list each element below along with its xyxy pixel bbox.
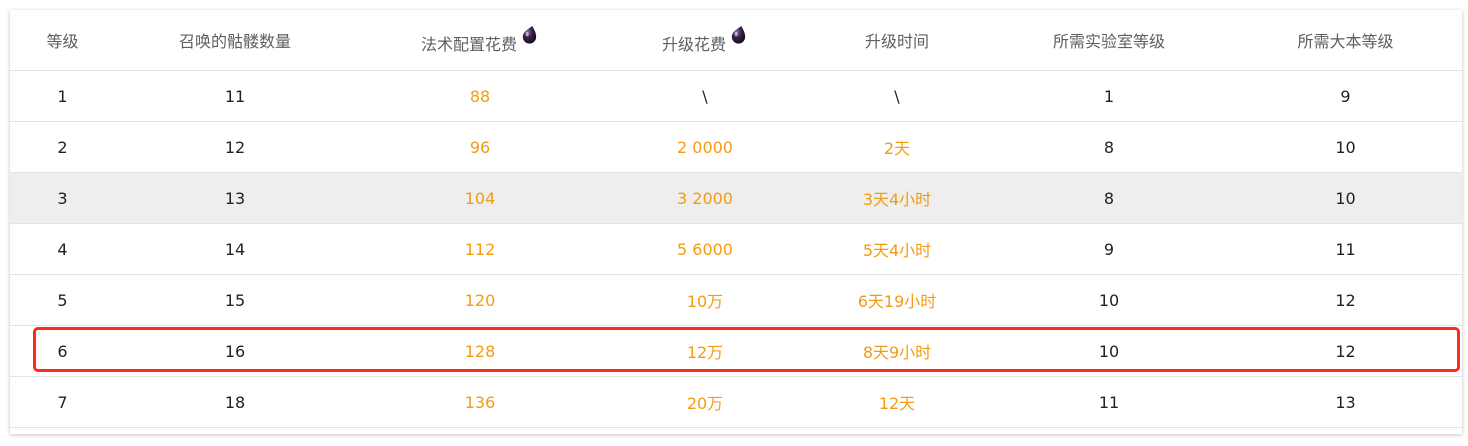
header-townhall-level-label: 所需大本等级 [1297, 32, 1394, 51]
cell-townhall-level: 9 [1229, 70, 1462, 122]
cell-upgrade-time: 6天19小时 [805, 274, 989, 326]
cell-level: 2 [10, 121, 115, 173]
table-row: 2 12 96 2 0000 2天 8 10 [10, 121, 1462, 173]
table-row: 3 13 104 3 2000 3天4小时 8 10 [10, 172, 1462, 224]
table-row: 1 11 88 \ \ 1 9 [10, 70, 1462, 122]
cell-skeletons: 15 [115, 274, 355, 326]
cell-level: 5 [10, 274, 115, 326]
cell-upgrade-cost: 20万 [605, 376, 805, 428]
header-level: 等级 [10, 10, 115, 71]
table-header-row: 等级 召唤的骷髅数量 法术配置花费 升级花费 升级时间 所需实验室等级 所需大本… [10, 10, 1462, 71]
cell-upgrade-time: \ [805, 70, 989, 122]
cell-upgrade-time: 2天 [805, 121, 989, 173]
cell-level: 1 [10, 70, 115, 122]
dark-elixir-icon [520, 25, 539, 44]
cell-upgrade-cost: 2 0000 [605, 121, 805, 173]
cell-skeletons: 11 [115, 70, 355, 122]
cell-spell-cost: 136 [355, 376, 605, 428]
header-upgrade-time-label: 升级时间 [864, 32, 929, 51]
cell-spell-cost: 120 [355, 274, 605, 326]
cell-spell-cost: 128 [355, 325, 605, 377]
cell-spell-cost: 104 [355, 172, 605, 224]
dark-elixir-icon [729, 25, 748, 44]
cell-level: 7 [10, 376, 115, 428]
cell-spell-cost: 112 [355, 223, 605, 275]
cell-townhall-level: 12 [1229, 274, 1462, 326]
level-table: 等级 召唤的骷髅数量 法术配置花费 升级花费 升级时间 所需实验室等级 所需大本… [10, 10, 1462, 428]
cell-skeletons: 13 [115, 172, 355, 224]
cell-level: 6 [10, 325, 115, 377]
header-townhall-level: 所需大本等级 [1229, 10, 1462, 71]
cell-lab-level: 11 [989, 376, 1229, 428]
header-skeleton-count-label: 召唤的骷髅数量 [178, 32, 291, 51]
table-row: 4 14 112 5 6000 5天4小时 9 11 [10, 223, 1462, 275]
cell-upgrade-time: 3天4小时 [805, 172, 989, 224]
cell-townhall-level: 11 [1229, 223, 1462, 275]
header-upgrade-cost: 升级花费 [605, 10, 805, 71]
cell-skeletons: 12 [115, 121, 355, 173]
header-spell-cost-label: 法术配置花费 [420, 35, 517, 54]
cell-upgrade-cost: 10万 [605, 274, 805, 326]
cell-townhall-level: 10 [1229, 121, 1462, 173]
header-level-label: 等级 [46, 32, 79, 51]
cell-upgrade-time: 8天9小时 [805, 325, 989, 377]
cell-upgrade-cost: \ [605, 70, 805, 122]
skeleton-spell-level-table: 等级 召唤的骷髅数量 法术配置花费 升级花费 升级时间 所需实验室等级 所需大本… [10, 10, 1462, 434]
cell-upgrade-time: 12天 [805, 376, 989, 428]
cell-spell-cost: 96 [355, 121, 605, 173]
cell-lab-level: 10 [989, 274, 1229, 326]
cell-upgrade-cost: 5 6000 [605, 223, 805, 275]
table-row-highlighted: 6 16 128 12万 8天9小时 10 12 [10, 325, 1462, 377]
cell-skeletons: 18 [115, 376, 355, 428]
cell-townhall-level: 12 [1229, 325, 1462, 377]
header-spell-cost: 法术配置花费 [355, 10, 605, 71]
cell-lab-level: 10 [989, 325, 1229, 377]
cell-upgrade-cost: 3 2000 [605, 172, 805, 224]
header-lab-level-label: 所需实验室等级 [1052, 32, 1165, 51]
table-row: 5 15 120 10万 6天19小时 10 12 [10, 274, 1462, 326]
header-upgrade-time: 升级时间 [805, 10, 989, 71]
cell-level: 4 [10, 223, 115, 275]
cell-townhall-level: 10 [1229, 172, 1462, 224]
cell-upgrade-cost: 12万 [605, 325, 805, 377]
table-row: 7 18 136 20万 12天 11 13 [10, 376, 1462, 428]
cell-upgrade-time: 5天4小时 [805, 223, 989, 275]
cell-skeletons: 16 [115, 325, 355, 377]
header-skeleton-count: 召唤的骷髅数量 [115, 10, 355, 71]
cell-lab-level: 8 [989, 121, 1229, 173]
cell-spell-cost: 88 [355, 70, 605, 122]
header-lab-level: 所需实验室等级 [989, 10, 1229, 71]
cell-level: 3 [10, 172, 115, 224]
cell-lab-level: 8 [989, 172, 1229, 224]
cell-lab-level: 1 [989, 70, 1229, 122]
cell-townhall-level: 13 [1229, 376, 1462, 428]
cell-lab-level: 9 [989, 223, 1229, 275]
header-upgrade-cost-label: 升级花费 [661, 35, 726, 54]
cell-skeletons: 14 [115, 223, 355, 275]
